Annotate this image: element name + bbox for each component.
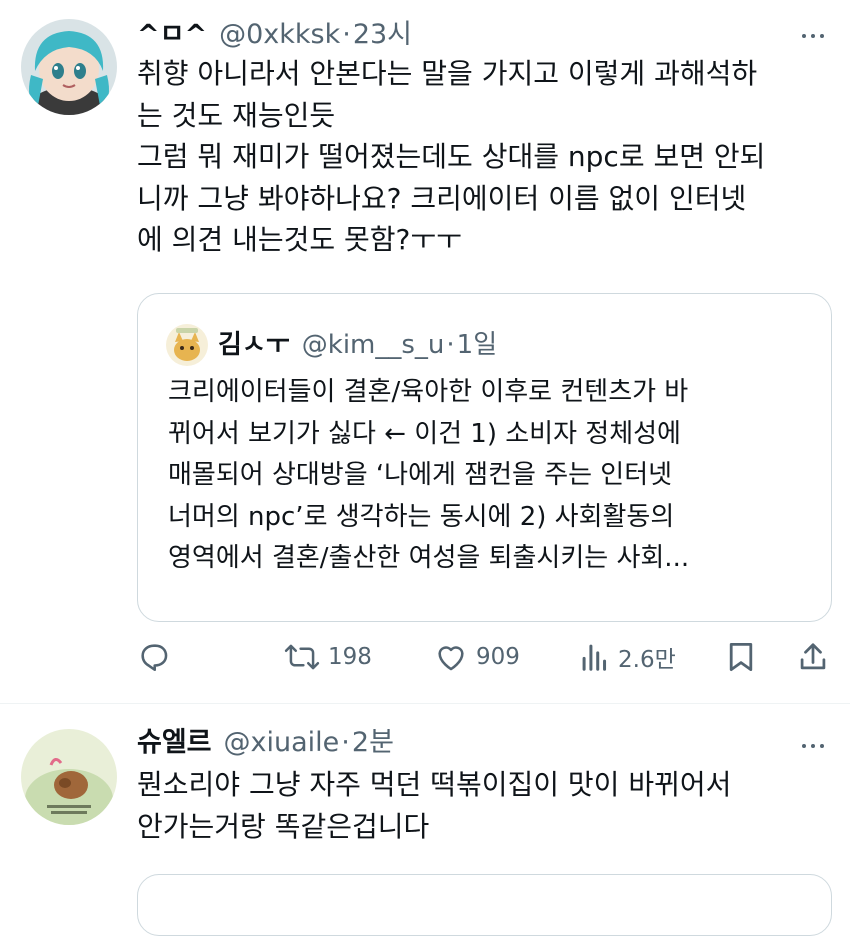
quote-text: 크리에이터들이 결혼/육아한 이후로 컨텐츠가 바 뀌어서 보기가 싫다 ← 이… bbox=[168, 377, 690, 573]
anime-figure-avatar-icon bbox=[21, 19, 117, 115]
tweet-text: 뭔소리야 그냥 자주 먹던 떡볶이집이 맛이 바뀌어서 안가는거랑 똑같은겁니다 bbox=[137, 768, 732, 843]
bookmark-button[interactable] bbox=[727, 640, 755, 674]
reply-button[interactable] bbox=[137, 640, 171, 674]
retweet-icon bbox=[284, 644, 320, 670]
quote-author-row: 김ㅅㅜ @kim__s_u · 1일 bbox=[218, 328, 497, 362]
author-row: ^ㅁ^ @0xkksk · 23시 bbox=[137, 17, 412, 53]
more-icon[interactable] bbox=[795, 26, 831, 46]
heart-icon bbox=[438, 646, 464, 671]
view-count: 2.6만 bbox=[618, 647, 676, 673]
timestamp[interactable]: 23시 bbox=[353, 17, 412, 53]
quote-user-handle: @kim__s_u bbox=[301, 330, 445, 360]
share-button[interactable] bbox=[798, 640, 828, 674]
share-icon bbox=[800, 643, 826, 670]
reply-icon bbox=[141, 644, 168, 672]
like-count: 909 bbox=[476, 644, 520, 670]
quote-display-name: 김ㅅㅜ bbox=[218, 330, 290, 360]
avatar[interactable] bbox=[21, 19, 117, 115]
more-icon[interactable] bbox=[795, 736, 831, 756]
tweet-text: 취향 아니라서 안본다는 말을 가지고 이렇게 과해석하 는 것도 재능인듯 그… bbox=[137, 57, 766, 256]
quote-separator-dot: · bbox=[446, 330, 455, 360]
author-row: 슈엘르 @xiuaile · 2분 bbox=[137, 725, 394, 761]
tweet[interactable]: ^ㅁ^ @0xkksk · 23시 취향 아니라서 안본다는 말을 가지고 이렇… bbox=[0, 0, 850, 703]
user-handle[interactable]: @xiuaile bbox=[224, 725, 340, 761]
user-handle[interactable]: @0xkksk bbox=[219, 17, 340, 53]
like-button[interactable]: 909 bbox=[434, 640, 520, 674]
display-name[interactable]: 슈엘르 bbox=[137, 725, 212, 761]
bookmark-icon bbox=[729, 643, 753, 671]
separator-dot: · bbox=[342, 19, 351, 50]
separator-dot: · bbox=[341, 727, 350, 758]
quote-timestamp: 1일 bbox=[456, 330, 498, 360]
illustrated-avatar-icon bbox=[21, 729, 117, 825]
avatar[interactable] bbox=[21, 729, 117, 825]
cartoon-avatar-icon bbox=[166, 324, 208, 366]
tweet[interactable]: 슈엘르 @xiuaile · 2분 뭔소리야 그냥 자주 먹던 떡볶이집이 맛이… bbox=[0, 704, 850, 936]
retweet-button[interactable]: 198 bbox=[284, 640, 372, 674]
display-name[interactable]: ^ㅁ^ bbox=[137, 17, 207, 53]
quoted-tweet-partial[interactable] bbox=[137, 874, 832, 936]
quoted-tweet[interactable]: 김ㅅㅜ @kim__s_u · 1일 크리에이터들이 결혼/육아한 이후로 컨텐… bbox=[137, 293, 832, 622]
views-button[interactable]: 2.6만 bbox=[580, 640, 676, 674]
quote-avatar bbox=[166, 324, 208, 366]
retweet-count: 198 bbox=[328, 644, 372, 670]
views-chart-icon bbox=[582, 644, 607, 671]
timestamp[interactable]: 2분 bbox=[352, 725, 394, 761]
